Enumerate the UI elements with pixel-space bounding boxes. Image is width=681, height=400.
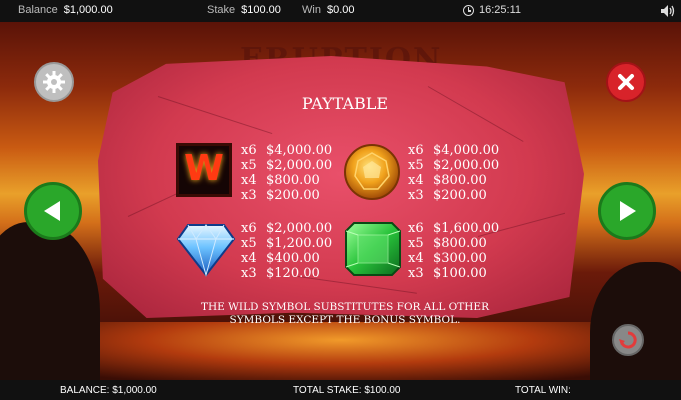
previous-page-button[interactable] — [24, 182, 82, 240]
bottom-status-bar: BALANCE: $1,000.00 TOTAL STAKE: $100.00 … — [0, 380, 681, 400]
pay-row: x4 $800.00 — [408, 173, 499, 188]
next-page-button[interactable] — [598, 182, 656, 240]
pay-amount: $1,200.00 — [266, 236, 333, 251]
speaker-icon[interactable] — [660, 4, 676, 18]
bottom-stake-label: TOTAL STAKE: — [293, 385, 362, 396]
pay-row: x6 $1,600.00 — [408, 221, 499, 236]
pay-row: x3 $200.00 — [241, 188, 332, 203]
rule-line: SYMBOLS EXCEPT THE BONUS SYMBOL. — [229, 314, 461, 326]
balance-display: Balance $1,000.00 — [18, 4, 113, 16]
rock-left — [0, 222, 100, 380]
paytable-title: PAYTABLE — [301, 94, 389, 113]
bottom-stake-value: $100.00 — [364, 385, 401, 396]
pay-mult: x4 — [408, 251, 424, 266]
blue-diamond-pays: x6 $2,000.00 x5 $1,200.00 x4 $400.00 x3 $120… — [241, 221, 332, 281]
pay-row: x6 $4,000.00 — [241, 143, 332, 158]
pay-mult: x5 — [408, 236, 424, 251]
clock-time: 16:25:11 — [479, 4, 522, 16]
arrow-right-icon — [620, 201, 636, 221]
wild-pays: x6 $4,000.00 x5 $2,000.00 x4 $800.00 x3 $200… — [241, 143, 332, 203]
pay-row: x6 $2,000.00 — [241, 221, 332, 236]
bottom-total-win: TOTAL WIN: — [515, 385, 571, 396]
stake-value: $100.00 — [241, 4, 281, 16]
pay-amount: $2,000.00 — [433, 158, 500, 173]
pay-row: x4 $300.00 — [408, 251, 499, 266]
pay-amount: $120.00 — [266, 266, 320, 281]
pay-amount: $800.00 — [433, 236, 487, 251]
panel-crack — [157, 96, 273, 135]
balance-label: Balance — [18, 4, 58, 16]
orange-gem-pays: x6 $4,000.00 x5 $2,000.00 x4 $800.00 x3 $200… — [408, 143, 499, 203]
pay-amount: $100.00 — [433, 266, 487, 281]
stake-display: Stake $100.00 — [207, 4, 281, 16]
top-status-bar: Balance $1,000.00 Stake $100.00 Win $0.00 1… — [0, 0, 681, 22]
rock-right — [590, 262, 681, 380]
wild-rule-text: THE WILD SYMBOL SUBSTITUTES FOR ALL OTHE… — [170, 301, 520, 327]
pay-row: x4 $800.00 — [241, 173, 332, 188]
bottom-total-stake: TOTAL STAKE: $100.00 — [293, 385, 400, 396]
pay-mult: x5 — [408, 158, 424, 173]
bottom-balance-label: BALANCE: — [60, 385, 110, 396]
bottom-balance-value: $1,000.00 — [112, 385, 157, 396]
close-button[interactable] — [606, 62, 646, 102]
pay-mult: x4 — [408, 173, 424, 188]
pay-amount: $400.00 — [266, 251, 320, 266]
arrow-left-icon — [44, 201, 60, 221]
green-emerald-icon — [345, 222, 401, 276]
spin-icon — [619, 331, 637, 349]
clock-icon — [463, 5, 474, 16]
pay-amount: $800.00 — [266, 173, 320, 188]
close-icon — [618, 74, 634, 90]
pay-row: x3 $100.00 — [408, 266, 499, 281]
pay-row: x5 $800.00 — [408, 236, 499, 251]
pay-mult: x6 — [408, 221, 424, 236]
wild-w-icon: W — [176, 143, 232, 197]
pay-mult: x6 — [241, 143, 257, 158]
pay-amount: $1,600.00 — [433, 221, 500, 236]
pay-mult: x4 — [241, 251, 257, 266]
stake-label: Stake — [207, 4, 236, 16]
rule-line: THE WILD SYMBOL SUBSTITUTES FOR ALL OTHE… — [200, 301, 490, 313]
win-label: Win — [302, 4, 321, 16]
spin-button[interactable] — [612, 324, 644, 356]
green-emerald-pays: x6 $1,600.00 x5 $800.00 x4 $300.00 x3 $100.0… — [408, 221, 499, 281]
pay-mult: x3 — [241, 188, 257, 203]
panel-crack — [427, 86, 524, 142]
pay-amount: $4,000.00 — [266, 143, 333, 158]
pay-amount: $2,000.00 — [266, 158, 333, 173]
pay-amount: $800.00 — [433, 173, 487, 188]
pay-amount: $200.00 — [266, 188, 320, 203]
bottom-balance: BALANCE: $1,000.00 — [60, 385, 157, 396]
pay-mult: x5 — [241, 236, 257, 251]
pay-mult: x6 — [408, 143, 424, 158]
pay-mult: x3 — [408, 188, 424, 203]
bottom-win-label: TOTAL WIN: — [515, 385, 571, 396]
pay-mult: x3 — [408, 266, 424, 281]
blue-diamond-icon — [176, 224, 236, 277]
pay-row: x4 $400.00 — [241, 251, 332, 266]
pay-amount: $200.00 — [433, 188, 487, 203]
pay-row: x3 $120.00 — [241, 266, 332, 281]
pay-mult: x3 — [241, 266, 257, 281]
pay-row: x6 $4,000.00 — [408, 143, 499, 158]
pay-amount: $300.00 — [433, 251, 487, 266]
win-display: Win $0.00 — [302, 4, 354, 16]
pay-mult: x6 — [241, 221, 257, 236]
win-value: $0.00 — [326, 4, 355, 16]
pay-amount: $4,000.00 — [433, 143, 500, 158]
gear-icon — [43, 71, 65, 93]
wild-letter: W — [184, 148, 224, 189]
balance-value: $1,000.00 — [63, 4, 113, 16]
pay-row: x5 $1,200.00 — [241, 236, 332, 251]
pay-mult: x4 — [241, 173, 257, 188]
pay-amount: $2,000.00 — [266, 221, 333, 236]
pay-row: x3 $200.00 — [408, 188, 499, 203]
settings-button[interactable] — [34, 62, 74, 102]
pay-mult: x5 — [241, 158, 257, 173]
orange-gem-icon — [344, 144, 400, 200]
pay-row: x5 $2,000.00 — [408, 158, 499, 173]
pay-row: x5 $2,000.00 — [241, 158, 332, 173]
lava-floor — [0, 322, 681, 380]
